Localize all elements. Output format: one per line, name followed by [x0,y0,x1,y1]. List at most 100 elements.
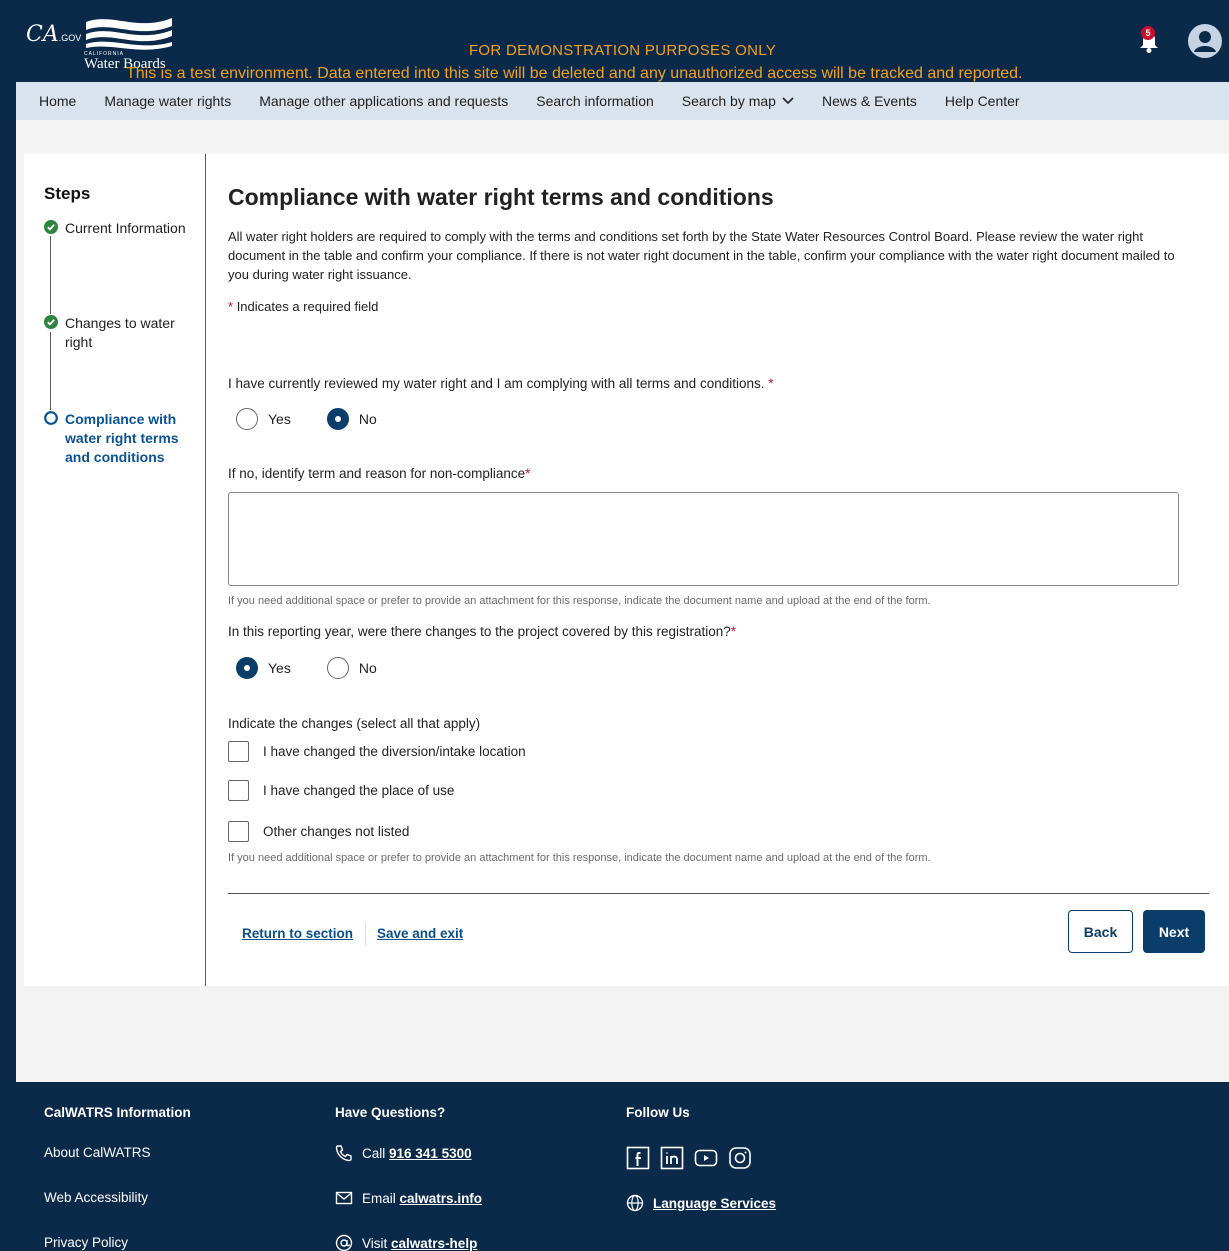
youtube-icon[interactable] [694,1146,718,1170]
user-icon [1194,31,1216,52]
window-frame [0,0,16,1251]
non-compliance-label: If no, identify term and reason for non-… [228,466,530,481]
footer-language: Language Services [626,1194,776,1212]
change-diversion-label[interactable]: I have changed the diversion/intake loca… [263,744,526,759]
project-changes-yes-radio[interactable] [236,657,258,679]
change-diversion-option[interactable]: I have changed the diversion/intake loca… [228,741,526,762]
social-links [626,1146,762,1170]
project-changes-no-radio[interactable] [326,657,349,679]
demo-banner: FOR DEMONSTRATION PURPOSES ONLY [468,42,777,59]
back-button[interactable]: Back [1068,910,1133,953]
intro-text: All water right holders are required to … [228,229,1175,282]
required-asterisk: * [525,466,531,481]
nav-search-by-map-label: Search by map [681,93,776,109]
nav-help-center[interactable]: Help Center [945,93,1020,109]
site-footer: CalWATRS Information About CalWATRS Web … [16,1082,1229,1251]
test-environment-banner: This is a test environment. Data entered… [126,65,1023,82]
email-prefix: Email [362,1190,396,1206]
non-compliance-label-text: If no, identify term and reason for non-… [228,466,526,481]
language-services-link[interactable]: Language Services [653,1196,776,1211]
step-compliance[interactable]: Compliance with water right terms and co… [44,410,194,467]
nav-manage-water-rights[interactable]: Manage water rights [104,93,231,109]
footer-calwatrs-heading: CalWATRS Information [44,1105,191,1120]
footer-about-link[interactable]: About CalWATRS [44,1145,151,1160]
project-changes-question-label: In this reporting year, were there chang… [228,624,736,639]
nav-search-information[interactable]: Search information [536,93,654,109]
visit-prefix: Visit [362,1235,388,1251]
steps-title: Steps [44,184,91,203]
nav-search-by-map[interactable]: Search by map [682,93,794,109]
required-note-text: Indicates a required field [236,299,379,314]
footer-follow-heading: Follow Us [626,1105,690,1120]
instagram-icon[interactable] [728,1146,752,1170]
compliance-question-text: I have currently reviewed my water right… [228,376,765,391]
page-top-spacer [16,120,1229,154]
changes-checklist-label: Indicate the changes (select all that ap… [228,716,481,731]
compliance-yes-radio[interactable] [236,408,258,430]
footer-accessibility-link[interactable]: Web Accessibility [44,1190,148,1205]
page-title: Compliance with water right terms and co… [228,184,774,210]
steps-divider [205,154,206,986]
other-changes-checkbox[interactable] [228,821,249,842]
attachment-hint: If you need additional space or prefer t… [228,852,931,864]
at-icon [335,1234,353,1251]
call-prefix: Call [362,1145,386,1161]
required-asterisk: * [730,624,737,639]
step-connector [50,236,51,314]
page-bottom-spacer [16,986,1229,1082]
change-place-of-use-label[interactable]: I have changed the place of use [263,783,454,798]
other-changes-option[interactable]: Other changes not listed [228,821,409,842]
footer-visit: Visit calwatrs-help [335,1234,477,1251]
footer-email: Email calwatrs.info [335,1189,482,1207]
footer-privacy-link[interactable]: Privacy Policy [44,1235,128,1250]
project-changes-radio-group: Yes No [236,657,413,679]
compliance-no-radio[interactable] [326,408,349,430]
check-circle-icon [44,220,58,234]
check-circle-icon [44,315,58,329]
email-link[interactable]: calwatrs.info [400,1191,483,1206]
top-header: CA.GOV CALIFORNIA Water Boards FOR DEMON… [16,0,1229,82]
content-left-gutter [16,154,24,986]
footer-questions-heading: Have Questions? [335,1105,446,1120]
phone-icon [335,1145,352,1162]
facebook-icon[interactable] [626,1146,650,1170]
project-changes-no-label[interactable]: No [359,660,377,676]
nav-home[interactable]: Home [39,93,76,109]
change-place-of-use-checkbox[interactable] [228,780,249,801]
step-label: Current Information [65,220,186,236]
compliance-question-label: I have currently reviewed my water right… [228,376,774,391]
change-diversion-checkbox[interactable] [228,741,249,762]
step-label: Changes to water right [65,315,175,350]
non-compliance-textarea[interactable] [228,492,1179,586]
project-changes-yes-label[interactable]: Yes [268,660,291,676]
required-asterisk: * [768,376,774,391]
other-changes-label[interactable]: Other changes not listed [263,824,409,839]
nav-news-events[interactable]: News & Events [822,93,917,109]
nav-manage-other-applications[interactable]: Manage other applications and requests [259,93,508,109]
linkedin-icon[interactable] [660,1146,684,1170]
footer-call: Call 916 341 5300 [335,1144,472,1162]
current-step-circle-icon [44,411,58,425]
main-nav: Home Manage water rights Manage other ap… [16,82,1229,120]
save-and-exit-link[interactable]: Save and exit [377,926,463,941]
compliance-yes-label[interactable]: Yes [268,411,291,427]
notification-badge: 5 [1141,26,1155,40]
globe-icon [626,1194,644,1212]
form-divider [228,893,1209,894]
link-separator [365,922,366,946]
return-to-section-link[interactable]: Return to section [242,926,353,941]
compliance-no-label[interactable]: No [359,411,377,427]
help-link[interactable]: calwatrs-help [391,1236,477,1251]
notifications-button[interactable]: 5 [1137,26,1161,56]
phone-link[interactable]: 916 341 5300 [389,1146,472,1161]
chevron-down-icon [782,97,794,105]
step-changes-to-water-right[interactable]: Changes to water right [44,314,194,352]
next-button[interactable]: Next [1143,910,1205,953]
required-asterisk: * [228,299,234,314]
required-field-note: * Indicates a required field [228,299,378,314]
mail-icon [335,1191,353,1205]
change-place-of-use-option[interactable]: I have changed the place of use [228,780,454,801]
step-label: Compliance with water right terms and co… [65,411,179,465]
step-current-information[interactable]: Current Information [44,219,194,238]
user-avatar-button[interactable] [1188,24,1222,58]
